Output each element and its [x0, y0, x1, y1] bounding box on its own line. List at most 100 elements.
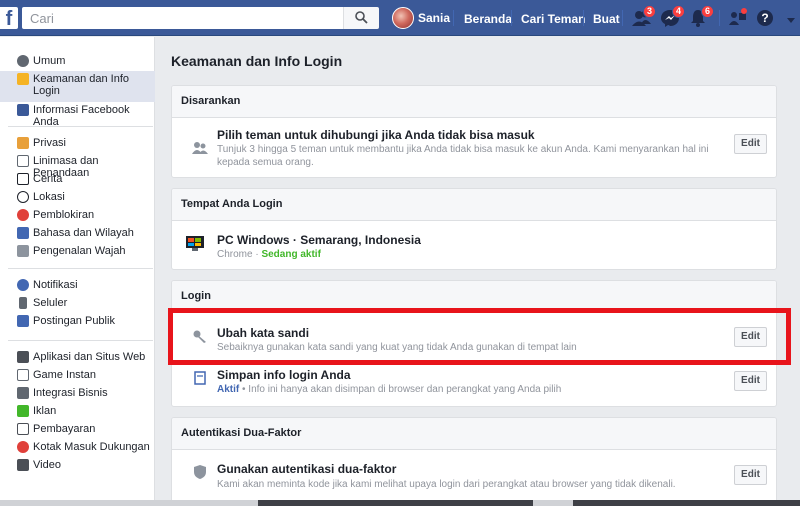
- sidebar-group-privacy: Privasi Linimasa dan Penandaan Cerita Lo…: [0, 135, 155, 261]
- sidebar-item-public-posts[interactable]: Postingan Publik: [0, 313, 155, 331]
- shield-icon: [194, 465, 206, 479]
- lock-icon: [17, 137, 29, 149]
- quick-help-button[interactable]: [727, 8, 749, 28]
- location-icon: [17, 191, 29, 203]
- highlight-box: [168, 308, 791, 365]
- sidebar-item-face-recognition[interactable]: Pengenalan Wajah: [0, 243, 155, 261]
- language-icon: [17, 227, 29, 239]
- settings-sidebar: Umum Keamanan dan Info Login Informasi F…: [0, 37, 155, 506]
- two-factor-panel: Autentikasi Dua-Faktor Gunakan autentika…: [171, 417, 777, 506]
- avatar: [392, 7, 414, 29]
- two-factor-desc: Kami akan meminta kode jika kami melihat…: [217, 479, 676, 490]
- mobile-icon: [19, 297, 27, 309]
- find-friends-link[interactable]: Cari Teman: [521, 12, 585, 26]
- globe-icon: [17, 279, 29, 291]
- notifications-button[interactable]: 6: [689, 5, 715, 28]
- page-title: Keamanan dan Info Login: [171, 53, 343, 69]
- sidebar-item-security[interactable]: Keamanan dan Info Login: [0, 71, 155, 102]
- session-status: Sedang aktif: [261, 249, 321, 260]
- session-browser: Chrome ·: [217, 249, 262, 260]
- chevron-down-icon: [787, 18, 795, 23]
- apps-icon: [17, 351, 29, 363]
- search-button[interactable]: [343, 7, 379, 29]
- search-icon: [355, 11, 368, 24]
- messages-badge: 4: [672, 5, 686, 18]
- messages-button[interactable]: 4: [660, 5, 686, 28]
- question-icon: ?: [757, 10, 773, 26]
- facebook-logo[interactable]: f: [0, 7, 18, 29]
- sidebar-item-instant-games[interactable]: Game Instan: [0, 367, 155, 385]
- session-row[interactable]: PC Windows · Semarang, Indonesia Chrome …: [172, 221, 776, 269]
- save-login-status: Aktif: [217, 384, 240, 395]
- sidebar-group-account: Umum Keamanan dan Info Login Informasi F…: [0, 53, 155, 128]
- sidebar-item-videos[interactable]: Video: [0, 457, 155, 475]
- home-link[interactable]: Beranda: [464, 12, 512, 26]
- sidebar-item-stories[interactable]: Cerita: [0, 171, 155, 189]
- two-factor-edit-button[interactable]: Edit: [734, 465, 767, 485]
- create-link[interactable]: Buat: [593, 12, 620, 26]
- business-icon: [17, 387, 29, 399]
- sidebar-item-privacy[interactable]: Privasi: [0, 135, 155, 153]
- friends-icon: [192, 142, 208, 154]
- sidebar-item-business-integrations[interactable]: Integrasi Bisnis: [0, 385, 155, 403]
- session-details: Chrome · Sedang aktif: [217, 248, 321, 261]
- profile-link[interactable]: Sania: [392, 7, 450, 29]
- sidebar-group-apps: Aplikasi dan Situs Web Game Instan Integ…: [0, 349, 155, 475]
- sidebar-item-payments[interactable]: Pembayaran: [0, 421, 155, 439]
- trusted-contacts-title: Pilih teman untuk dihubungi jika Anda ti…: [217, 128, 535, 142]
- sidebar-item-apps[interactable]: Aplikasi dan Situs Web: [0, 349, 155, 367]
- trusted-contacts-row[interactable]: Pilih teman untuk dihubungi jika Anda ti…: [172, 118, 776, 177]
- sidebar-item-support-inbox[interactable]: Kotak Masuk Dukungan: [0, 439, 155, 457]
- notifications-badge: 6: [701, 5, 715, 18]
- save-login-desc: • Info ini hanya akan disimpan di browse…: [239, 384, 562, 395]
- people-icon: [729, 8, 747, 25]
- two-factor-row[interactable]: Gunakan autentikasi dua-faktor Kami akan…: [172, 450, 776, 506]
- lifebuoy-icon: [17, 441, 29, 453]
- gamepad-icon: [17, 369, 29, 381]
- video-icon: [17, 459, 29, 471]
- sidebar-item-timeline[interactable]: Linimasa dan Penandaan: [0, 153, 155, 179]
- sidebar-item-your-info[interactable]: Informasi Facebook Anda: [0, 102, 155, 128]
- save-login-icon: [194, 371, 206, 385]
- where-logged-in-header: Tempat Anda Login: [172, 189, 776, 221]
- facebook-icon: [17, 104, 29, 116]
- book-icon: [17, 173, 29, 185]
- two-factor-title: Gunakan autentikasi dua-faktor: [217, 462, 397, 476]
- block-icon: [17, 209, 29, 221]
- taskbar-strip: [0, 500, 800, 506]
- sidebar-item-notifications[interactable]: Notifikasi: [0, 277, 155, 295]
- trusted-contacts-desc: Tunjuk 3 hingga 5 teman untuk membantu j…: [217, 144, 709, 168]
- sidebar-group-notifications: Notifikasi Seluler Postingan Publik: [0, 277, 155, 331]
- sidebar-item-ads[interactable]: Iklan: [0, 403, 155, 421]
- timeline-icon: [17, 155, 29, 167]
- friend-requests-button[interactable]: 3: [631, 5, 657, 28]
- sidebar-item-location[interactable]: Lokasi: [0, 189, 155, 207]
- top-navigation-bar: f Cari Sania Beranda Cari Teman Buat 3 4: [0, 0, 800, 36]
- sidebar-item-blocking[interactable]: Pemblokiran: [0, 207, 155, 225]
- save-login-row[interactable]: Simpan info login Anda Aktif • Info ini …: [172, 363, 776, 406]
- gear-icon: [17, 55, 29, 67]
- rss-icon: [17, 315, 29, 327]
- sidebar-item-language[interactable]: Bahasa dan Wilayah: [0, 225, 155, 243]
- ads-icon: [17, 405, 29, 417]
- face-icon: [17, 245, 29, 257]
- card-icon: [17, 423, 29, 435]
- recommended-header: Disarankan: [172, 86, 776, 118]
- friend-requests-badge: 3: [643, 5, 657, 18]
- help-button[interactable]: ?: [755, 8, 777, 28]
- save-login-title: Simpan info login Anda: [217, 368, 351, 382]
- recommended-panel: Disarankan Pilih teman untuk dihubungi j…: [171, 85, 777, 178]
- save-login-edit-button[interactable]: Edit: [734, 371, 767, 391]
- user-name: Sania: [418, 11, 451, 25]
- account-menu-button[interactable]: [786, 14, 796, 28]
- where-logged-in-panel: Tempat Anda Login PC Windows · Semarang,…: [171, 188, 777, 270]
- trusted-contacts-edit-button[interactable]: Edit: [734, 134, 767, 154]
- svg-text:?: ?: [761, 11, 768, 25]
- sidebar-item-general[interactable]: Umum: [0, 53, 155, 71]
- sidebar-item-mobile[interactable]: Seluler: [0, 295, 155, 313]
- desktop-icon: [186, 236, 204, 251]
- save-login-details: Aktif • Info ini hanya akan disimpan di …: [217, 383, 561, 396]
- two-factor-header: Autentikasi Dua-Faktor: [172, 418, 776, 450]
- shield-icon: [17, 73, 29, 85]
- search-input[interactable]: Cari: [22, 7, 376, 29]
